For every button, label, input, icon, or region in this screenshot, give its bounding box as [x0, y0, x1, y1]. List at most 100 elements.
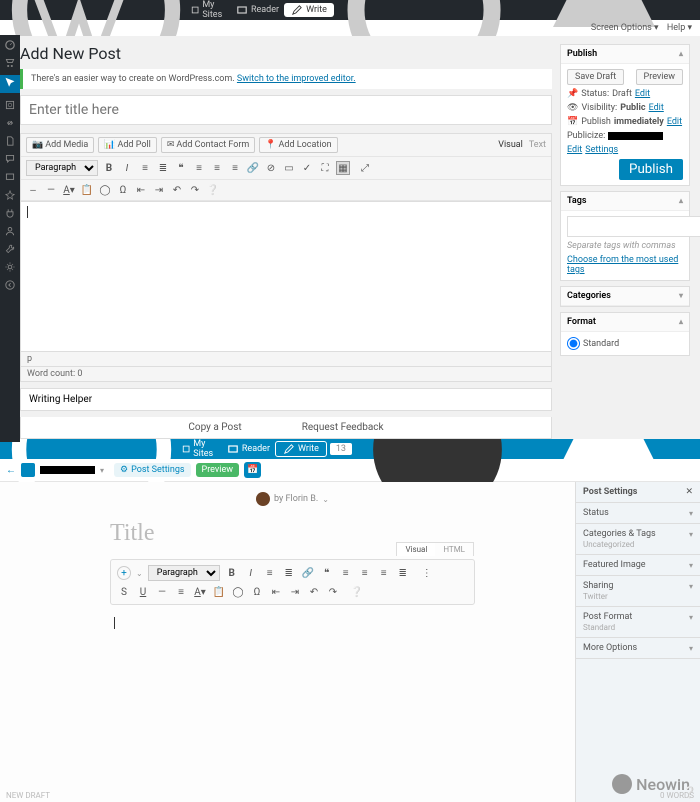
indent-icon[interactable]: ⇥ — [152, 183, 166, 197]
publish-button[interactable]: Publish — [619, 159, 683, 180]
help-fab-icon[interactable]: ❔ — [683, 786, 697, 799]
copy-post-link[interactable]: Copy a Post — [188, 422, 241, 433]
clear-icon[interactable]: ◯ — [98, 183, 112, 197]
write-button[interactable]: Write — [275, 441, 327, 457]
feedback-icon[interactable] — [4, 171, 16, 183]
close-icon[interactable]: ✕ — [685, 487, 693, 497]
plugins-icon[interactable] — [4, 207, 16, 219]
status-row[interactable]: Status▾ — [576, 503, 700, 524]
toolbar-toggle-icon[interactable]: ▦ — [336, 161, 350, 175]
tag-input[interactable] — [567, 216, 700, 237]
bullet-list-icon[interactable]: ≡ — [138, 161, 152, 175]
outdent-icon[interactable]: ⇤ — [134, 183, 148, 197]
align-left-icon[interactable]: ≡ — [339, 566, 353, 580]
spell-icon[interactable]: ✓ — [300, 161, 314, 175]
help-icon[interactable]: ❔ — [350, 585, 364, 599]
justify-icon[interactable]: ≡ — [174, 585, 188, 599]
request-feedback-link[interactable]: Request Feedback — [302, 422, 384, 433]
pages-icon[interactable] — [4, 135, 16, 147]
collapse-icon[interactable]: ▴ — [679, 317, 683, 327]
write-button[interactable]: Write — [284, 3, 334, 17]
link-icon[interactable]: 🔗 — [301, 566, 315, 580]
underline-icon[interactable]: U — [136, 585, 150, 599]
publicize-settings-link[interactable]: Settings — [585, 145, 618, 155]
format-standard-option[interactable]: Standard — [567, 337, 683, 350]
help-icon[interactable]: ❔ — [206, 183, 220, 197]
add-poll-button[interactable]: 📊 Add Poll — [98, 137, 157, 153]
collapse-icon[interactable]: ▴ — [679, 49, 683, 59]
post-title-input[interactable] — [20, 95, 552, 125]
media-icon[interactable] — [4, 99, 16, 111]
add-media-button[interactable]: 📷 Add Media — [26, 137, 94, 153]
collapse-icon[interactable] — [4, 279, 16, 291]
undo-icon[interactable]: ↶ — [307, 585, 321, 599]
paragraph-select[interactable]: Paragraph — [26, 160, 98, 176]
strike-icon[interactable]: S — [117, 585, 131, 599]
kebab-menu-icon[interactable]: ⋮ — [420, 566, 434, 580]
italic-icon[interactable]: I — [244, 566, 258, 580]
appearance-icon[interactable] — [4, 189, 16, 201]
dashboard-icon[interactable] — [4, 39, 16, 51]
visibility-edit-link[interactable]: Edit — [649, 103, 664, 113]
reader-link[interactable]: Reader — [222, 443, 275, 455]
fullscreen-icon[interactable]: ⛶ — [318, 161, 332, 175]
help-toggle[interactable]: Help ▾ — [667, 23, 692, 33]
featured-image-row[interactable]: Featured Image▾ — [576, 554, 700, 576]
content-editor[interactable] — [110, 613, 475, 733]
publish-edit-link[interactable]: Edit — [667, 117, 682, 127]
add-location-button[interactable]: 📍 Add Location — [259, 137, 337, 153]
bold-icon[interactable]: B — [102, 161, 116, 175]
users-icon[interactable] — [4, 225, 16, 237]
chevron-down-icon[interactable]: ▾ — [100, 466, 104, 475]
comments-icon[interactable] — [4, 153, 16, 165]
undo-icon[interactable]: ↶ — [170, 183, 184, 197]
align-center-icon[interactable]: ≡ — [358, 566, 372, 580]
hr-icon[interactable]: — — [44, 183, 58, 197]
status-edit-link[interactable]: Edit — [635, 89, 650, 99]
paste-icon[interactable]: 📋 — [80, 183, 94, 197]
outdent-icon[interactable]: ⇤ — [269, 585, 283, 599]
text-tab[interactable]: Text — [529, 140, 546, 150]
posts-icon[interactable] — [0, 75, 20, 93]
indent-icon[interactable]: ⇥ — [288, 585, 302, 599]
settings-icon[interactable] — [4, 261, 16, 273]
specialchar-icon[interactable]: Ω — [116, 183, 130, 197]
add-media-icon[interactable]: + — [117, 566, 131, 580]
store-icon[interactable] — [4, 57, 16, 69]
number-list-icon[interactable]: ≣ — [156, 161, 170, 175]
screen-options-toggle[interactable]: Screen Options ▾ — [591, 23, 659, 33]
bullet-list-icon[interactable]: ≡ — [263, 566, 277, 580]
preview-button[interactable]: Preview — [196, 463, 239, 477]
reader-link[interactable]: Reader — [231, 4, 284, 16]
my-sites-link[interactable]: My Sites — [186, 0, 231, 20]
more-options-row[interactable]: More Options▾ — [576, 637, 700, 659]
strike-icon[interactable]: ‒ — [26, 183, 40, 197]
back-icon[interactable]: ← — [6, 465, 16, 476]
specialchar-icon[interactable]: Ω — [250, 585, 264, 599]
bold-icon[interactable]: B — [225, 566, 239, 580]
tools-icon[interactable] — [4, 243, 16, 255]
add-contact-form-button[interactable]: ✉ Add Contact Form — [161, 137, 255, 153]
schedule-icon[interactable]: 📅 — [244, 462, 261, 478]
italic-icon[interactable]: I — [120, 161, 134, 175]
redo-icon[interactable]: ↷ — [188, 183, 202, 197]
visual-tab[interactable]: Visual — [498, 140, 523, 150]
align-right-icon[interactable]: ≡ — [228, 161, 242, 175]
choose-tags-link[interactable]: Choose from the most used tags — [567, 255, 683, 275]
quote-icon[interactable]: ❝ — [174, 161, 188, 175]
content-editor[interactable] — [20, 202, 552, 352]
switch-editor-link[interactable]: Switch to the improved editor. — [237, 74, 356, 84]
textcolor-icon[interactable]: A▾ — [193, 585, 207, 599]
align-justify-icon[interactable]: ≣ — [396, 566, 410, 580]
notification-count[interactable]: 13 — [330, 443, 352, 455]
number-list-icon[interactable]: ≣ — [282, 566, 296, 580]
publicize-edit-link[interactable]: Edit — [567, 145, 582, 155]
preview-button[interactable]: Preview — [636, 69, 683, 85]
clear-icon[interactable]: ◯ — [231, 585, 245, 599]
align-right-icon[interactable]: ≡ — [377, 566, 391, 580]
links-icon[interactable] — [4, 117, 16, 129]
my-sites-link[interactable]: My Sites — [177, 439, 222, 459]
hr-icon[interactable]: — — [155, 585, 169, 599]
expand-icon[interactable]: ▾ — [679, 291, 683, 301]
chevron-down-icon[interactable]: ⌄ — [322, 495, 329, 504]
